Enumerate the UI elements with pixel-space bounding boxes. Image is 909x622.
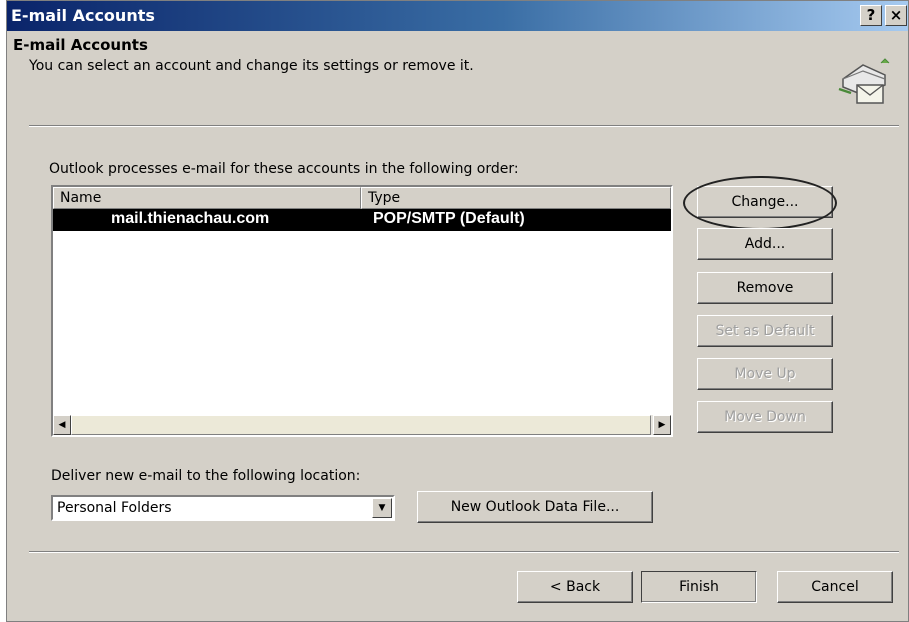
add-button[interactable]: Add...: [697, 228, 833, 260]
account-row[interactable]: mail.thienachau.com POP/SMTP (Default): [53, 209, 671, 231]
window-title: E-mail Accounts: [11, 6, 155, 25]
column-header-name[interactable]: Name: [53, 187, 361, 209]
account-type-cell: POP/SMTP (Default): [373, 210, 525, 227]
accounts-list-label: Outlook processes e-mail for these accou…: [49, 161, 519, 177]
new-outlook-data-file-button[interactable]: New Outlook Data File...: [417, 491, 653, 523]
chevron-down-icon[interactable]: ▼: [372, 498, 392, 518]
footer-separator: [29, 551, 899, 553]
accounts-listbox[interactable]: Name Type mail.thienachau.com POP/SMTP (…: [51, 185, 673, 437]
cancel-button[interactable]: Cancel: [777, 571, 893, 603]
back-button[interactable]: < Back: [517, 571, 633, 603]
header-subtitle: You can select an account and change its…: [29, 58, 474, 74]
header-title: E-mail Accounts: [13, 36, 148, 54]
set-as-default-button[interactable]: Set as Default: [697, 315, 833, 347]
email-accounts-dialog: E-mail Accounts ? × E-mail Accounts You …: [6, 0, 909, 622]
title-bar[interactable]: E-mail Accounts ? ×: [7, 1, 908, 31]
highlight-circle: [683, 176, 837, 230]
help-button[interactable]: ?: [860, 5, 882, 26]
scroll-thumb[interactable]: [71, 415, 651, 435]
delivery-location-value: Personal Folders: [57, 500, 172, 516]
deliver-location-label: Deliver new e-mail to the following loca…: [51, 468, 361, 484]
finish-button[interactable]: Finish: [641, 571, 757, 603]
remove-button[interactable]: Remove: [697, 272, 833, 304]
header-separator: [29, 125, 899, 127]
scroll-right-icon[interactable]: ▶: [653, 415, 671, 435]
move-down-button[interactable]: Move Down: [697, 401, 833, 433]
close-button[interactable]: ×: [885, 5, 907, 26]
scroll-left-icon[interactable]: ◀: [53, 415, 71, 435]
delivery-location-select[interactable]: Personal Folders ▼: [51, 495, 395, 521]
email-accounts-icon: [838, 58, 890, 104]
move-up-button[interactable]: Move Up: [697, 358, 833, 390]
column-header-type[interactable]: Type: [361, 187, 671, 209]
horizontal-scrollbar[interactable]: ◀ ▶: [53, 415, 671, 435]
account-name-cell: mail.thienachau.com: [111, 210, 270, 227]
